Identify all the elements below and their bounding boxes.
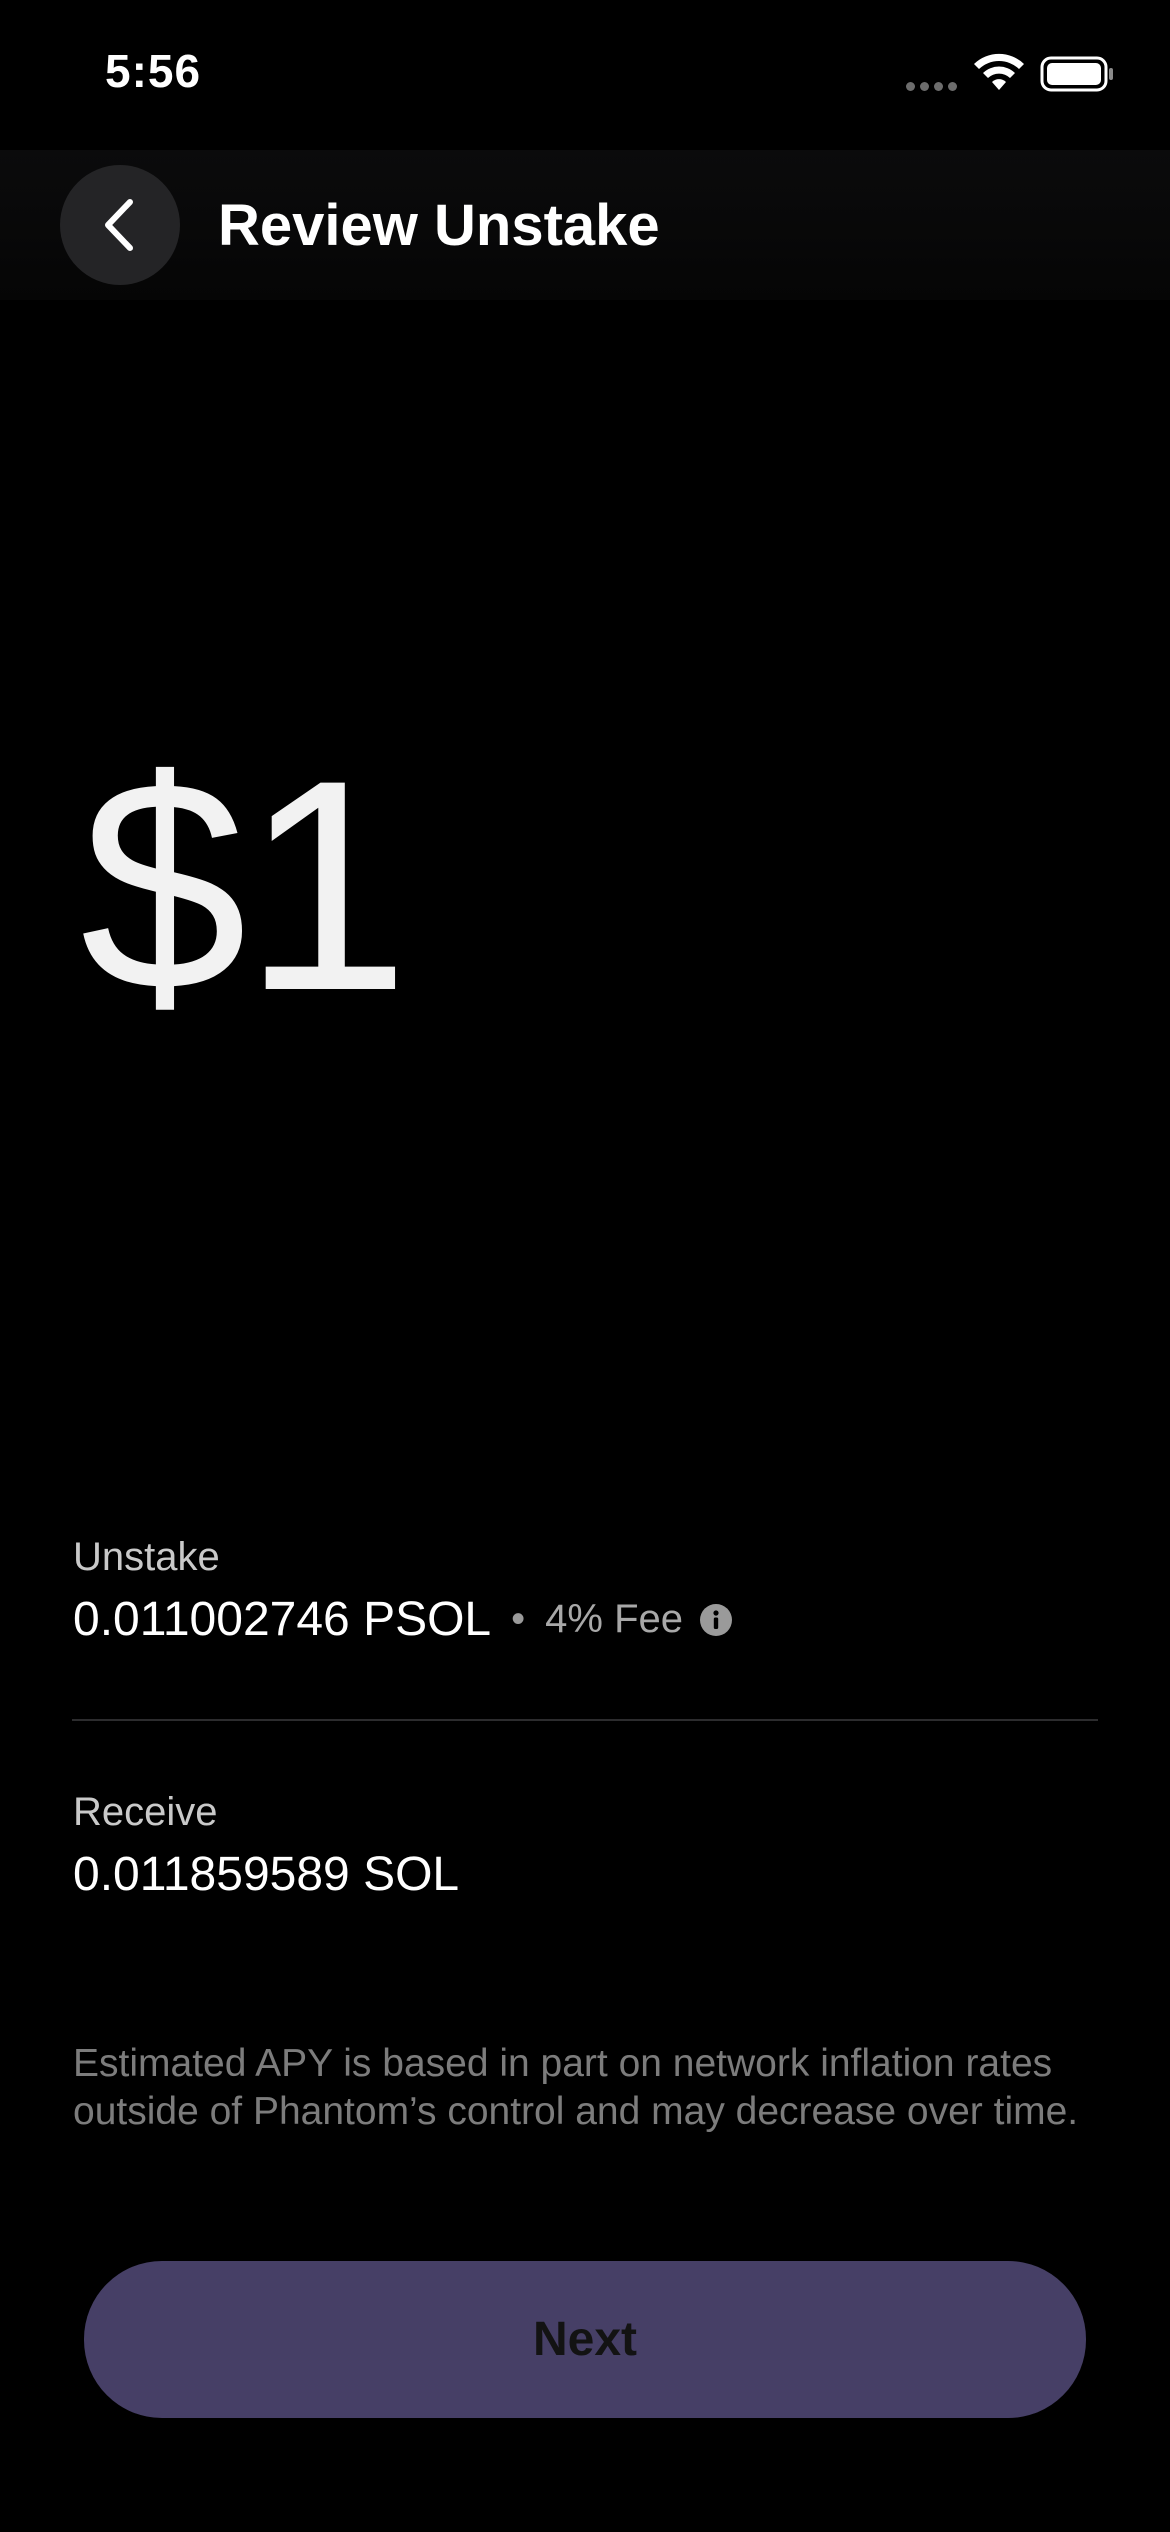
chevron-left-icon	[105, 199, 133, 251]
next-button-label: Next	[532, 2313, 638, 2366]
unstake-value: 0.011002746 PSOL	[73, 1593, 492, 1646]
cellular-signal-icon	[906, 82, 960, 92]
receive-value: 0.011859589 SOL	[73, 1848, 460, 1901]
header: Review Unstake	[0, 150, 1170, 300]
info-icon[interactable]	[699, 1603, 733, 1637]
back-button[interactable]	[60, 165, 180, 285]
divider	[72, 1719, 1098, 1721]
battery-icon	[1040, 56, 1113, 92]
page-title: Review Unstake	[218, 193, 660, 258]
next-button[interactable]: Next	[84, 2261, 1086, 2418]
review-unstake-screen: 5:56 Review Unstake $1 Unstake 0.0110027	[0, 0, 1170, 2532]
status-time: 5:56	[105, 45, 202, 97]
unstake-label: Unstake	[73, 1535, 220, 1579]
unstake-row: 0.011002746 PSOL • 4% Fee	[73, 1592, 733, 1647]
fee-text: 4% Fee	[545, 1597, 683, 1641]
wifi-icon	[974, 53, 1024, 90]
fee-separator: •	[511, 1597, 526, 1641]
status-bar: 5:56	[0, 0, 1170, 150]
unstake-amount-usd: $1	[80, 717, 410, 1053]
apy-disclaimer: Estimated APY is based in part on networ…	[73, 2042, 1079, 2133]
receive-label: Receive	[73, 1790, 218, 1834]
